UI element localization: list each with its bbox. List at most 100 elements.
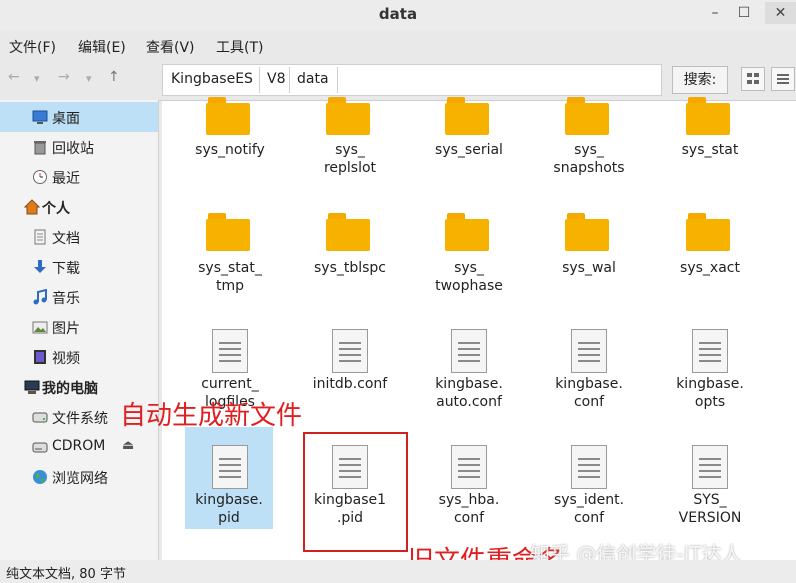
breadcrumb-separator xyxy=(337,67,338,93)
clock-icon xyxy=(32,169,48,185)
folder-item[interactable]: sys_xact xyxy=(662,211,758,321)
sidebar-item-music[interactable]: 音乐 xyxy=(0,282,158,312)
folder-item[interactable]: sys_stat xyxy=(662,97,758,211)
sidebar-item-label: 最近 xyxy=(52,171,80,187)
sidebar-item-trash[interactable]: 回收站 xyxy=(0,132,158,162)
file-item[interactable]: sys_ident. conf xyxy=(541,427,637,537)
video-icon xyxy=(32,349,48,365)
file-item[interactable]: kingbase. opts xyxy=(662,327,758,437)
document-icon xyxy=(32,229,48,245)
minimize-icon[interactable]: – xyxy=(702,2,728,24)
file-name: sys_ replslot xyxy=(323,142,377,176)
breadcrumb-kingbasees[interactable]: KingbaseES xyxy=(171,71,253,87)
forward-history-icon[interactable]: ▾ xyxy=(86,72,92,85)
menu-tools[interactable]: 工具(T) xyxy=(216,37,263,57)
text-file-icon xyxy=(571,445,617,489)
menu-bar: 文件(F) 编辑(E) 查看(V) 工具(T) xyxy=(0,32,796,58)
globe-icon xyxy=(32,469,48,485)
file-name: kingbase. auto.conf xyxy=(435,376,503,410)
eject-icon[interactable]: ⏏ xyxy=(122,438,134,453)
back-icon[interactable]: ← xyxy=(8,69,20,85)
breadcrumb-v8[interactable]: V8 xyxy=(267,71,285,87)
sidebar-header-personal[interactable]: 个人 xyxy=(0,192,158,222)
folder-icon xyxy=(206,213,252,251)
folder-item[interactable]: sys_stat_ tmp xyxy=(182,211,278,321)
close-icon[interactable]: ✕ xyxy=(765,2,796,24)
folder-icon xyxy=(686,213,732,251)
window-title: data xyxy=(378,5,418,23)
sidebar: 桌面 回收站 最近 个人 文档 下载 音乐 图片 视频 我的电脑 文件系统 CD… xyxy=(0,100,159,560)
search-button[interactable]: 搜索: xyxy=(672,66,728,94)
breadcrumb-data[interactable]: data xyxy=(297,71,329,87)
file-name: sys_stat xyxy=(681,142,739,158)
file-item[interactable]: kingbase. conf xyxy=(541,327,637,437)
file-name: SYS_ VERSION xyxy=(678,492,742,526)
file-item[interactable]: initdb.conf xyxy=(302,327,398,437)
sidebar-item-label: CDROM xyxy=(52,438,106,454)
folder-item[interactable]: sys_tblspc xyxy=(302,211,398,321)
file-name: sys_ twophase xyxy=(435,260,503,294)
forward-icon[interactable]: → xyxy=(58,69,70,85)
file-item-selected[interactable]: kingbase. pid xyxy=(185,427,273,529)
file-name: sys_ snapshots xyxy=(553,142,625,176)
music-icon xyxy=(32,288,48,305)
file-name: sys_hba. conf xyxy=(438,492,500,526)
folder-icon xyxy=(326,213,372,251)
folder-icon xyxy=(686,97,732,135)
file-name: sys_xact xyxy=(680,260,740,276)
folder-icon xyxy=(565,213,611,251)
sidebar-item-network[interactable]: 浏览网络 xyxy=(0,462,158,492)
sidebar-item-documents[interactable]: 文档 xyxy=(0,222,158,252)
icon-view-icon[interactable] xyxy=(741,67,765,91)
sidebar-item-downloads[interactable]: 下载 xyxy=(0,252,158,282)
sidebar-item-label: 回收站 xyxy=(52,141,94,157)
breadcrumb-separator xyxy=(289,67,290,93)
sidebar-item-desktop[interactable]: 桌面 xyxy=(0,102,158,132)
folder-icon xyxy=(445,213,491,251)
menu-edit[interactable]: 编辑(E) xyxy=(78,37,126,57)
menu-view[interactable]: 查看(V) xyxy=(146,37,195,57)
folder-item[interactable]: sys_serial xyxy=(421,97,517,211)
file-name: sys_ident. conf xyxy=(553,492,625,526)
sidebar-item-label: 桌面 xyxy=(52,111,80,127)
file-name: initdb.conf xyxy=(312,376,388,392)
sidebar-item-recent[interactable]: 最近 xyxy=(0,162,158,192)
file-item[interactable]: SYS_ VERSION xyxy=(662,427,758,537)
text-file-icon xyxy=(212,445,258,489)
maximize-icon[interactable]: ☐ xyxy=(731,2,757,24)
up-icon[interactable]: ↑ xyxy=(108,69,120,85)
desktop-icon xyxy=(32,109,48,125)
back-history-icon[interactable]: ▾ xyxy=(34,72,40,85)
menu-file[interactable]: 文件(F) xyxy=(9,37,56,57)
file-item[interactable]: kingbase. auto.conf xyxy=(421,327,517,437)
file-item[interactable]: sys_hba. conf xyxy=(421,427,517,537)
sidebar-item-label: 文件系统 xyxy=(52,411,108,427)
sidebar-item-label: 文档 xyxy=(52,231,80,247)
status-bar: 纯文本文档, 80 字节 xyxy=(0,560,796,583)
text-file-icon xyxy=(451,329,497,373)
folder-item[interactable]: sys_ snapshots xyxy=(541,97,637,211)
folder-item[interactable]: sys_wal xyxy=(541,211,637,321)
sidebar-item-pictures[interactable]: 图片 xyxy=(0,312,158,342)
folder-item[interactable]: sys_notify xyxy=(182,97,278,211)
sidebar-item-label: 浏览网络 xyxy=(52,471,108,487)
folder-icon xyxy=(326,97,372,135)
cdrom-icon xyxy=(32,439,48,455)
list-view-icon[interactable] xyxy=(771,67,795,91)
sidebar-item-label: 我的电脑 xyxy=(42,381,98,397)
folder-item[interactable]: sys_ replslot xyxy=(302,97,398,211)
text-file-icon xyxy=(571,329,617,373)
title-bar: data – ☐ ✕ xyxy=(0,0,796,30)
sidebar-item-videos[interactable]: 视频 xyxy=(0,342,158,372)
status-text: 纯文本文档, 80 字节 xyxy=(6,567,126,582)
computer-icon xyxy=(24,379,40,395)
text-file-icon xyxy=(451,445,497,489)
file-name: sys_stat_ tmp xyxy=(198,260,262,294)
file-name: sys_notify xyxy=(195,142,265,158)
sidebar-item-label: 下载 xyxy=(52,261,80,277)
folder-item[interactable]: sys_ twophase xyxy=(421,211,517,321)
file-name: sys_serial xyxy=(435,142,503,158)
sidebar-item-cdrom[interactable]: CDROM ⏏ xyxy=(0,432,158,462)
home-icon xyxy=(23,199,41,215)
text-file-icon xyxy=(692,445,738,489)
